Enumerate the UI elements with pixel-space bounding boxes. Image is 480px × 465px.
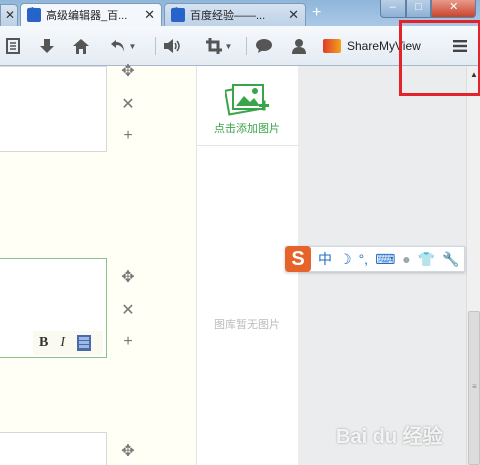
move-icon[interactable]: ✥	[118, 268, 138, 288]
reader-icon[interactable]	[4, 35, 22, 57]
add-image-icon	[225, 84, 269, 116]
baidu-watermark: Bai du 经验	[336, 426, 443, 448]
add-image-label: 点击添加图片	[214, 123, 280, 135]
move-icon[interactable]: ✥	[118, 442, 138, 462]
grip-icon: ≡	[472, 382, 477, 391]
format-toolbar: B I	[33, 331, 103, 355]
sogou-ime-bar: S 中 ☽ °, ⌨ ● 👕 🔧	[285, 246, 465, 272]
remove-icon[interactable]: ✕	[118, 301, 138, 321]
new-tab-button[interactable]: +	[312, 4, 321, 22]
user-icon[interactable]	[289, 35, 309, 57]
toolbar-divider	[246, 37, 247, 55]
content-block[interactable]	[0, 66, 107, 152]
baidu-favicon-icon	[27, 7, 41, 22]
keyboard-icon[interactable]: ⌨	[375, 251, 395, 268]
undo-icon[interactable]: ▼	[106, 35, 140, 57]
tab-previous[interactable]: ✕	[0, 4, 18, 26]
add-icon[interactable]: +	[118, 126, 138, 146]
speaker-icon[interactable]	[162, 35, 184, 57]
remove-icon[interactable]: ✕	[118, 95, 138, 115]
tab-title: 百度经验——...	[190, 10, 266, 22]
bold-button[interactable]: B	[39, 335, 48, 351]
move-icon[interactable]: ✥	[118, 62, 138, 82]
sharemyview-icon	[323, 39, 341, 53]
menu-highlight-box	[399, 20, 480, 96]
image-gallery: 点击添加图片 图库暂无图片	[196, 66, 298, 465]
tab-close-icon[interactable]: ✕	[288, 7, 299, 23]
tab-editor[interactable]: 高级编辑器_百... ✕	[20, 3, 162, 26]
scrollbar[interactable]: ▲ ≡	[466, 66, 480, 465]
chevron-down-icon[interactable]: ▼	[129, 42, 137, 51]
add-icon[interactable]: +	[118, 332, 138, 352]
close-window-button[interactable]: ✕	[431, 0, 476, 18]
content-block[interactable]	[0, 432, 107, 465]
content-block-active[interactable]: B I	[0, 258, 107, 358]
maximize-button[interactable]: □	[405, 0, 432, 18]
window-controls: – □ ✕	[380, 0, 476, 18]
add-image-button[interactable]: 点击添加图片	[197, 66, 298, 146]
shirt-icon[interactable]: 👕	[418, 251, 435, 268]
punctuation-icon[interactable]: °,	[359, 251, 369, 267]
tab-close-icon[interactable]: ✕	[144, 7, 155, 23]
chevron-down-icon[interactable]: ▼	[225, 42, 233, 51]
toolbar-divider	[155, 37, 156, 55]
tab-title: 高级编辑器_百...	[46, 10, 128, 22]
gallery-empty-label: 图库暂无图片	[214, 319, 280, 331]
scroll-thumb[interactable]: ≡	[468, 311, 480, 465]
sogou-logo-icon[interactable]: S	[285, 246, 311, 272]
baidu-favicon-icon	[171, 7, 185, 22]
minimize-button[interactable]: –	[380, 0, 406, 18]
moon-icon[interactable]: ☽	[339, 251, 352, 268]
editor-area: B I ✥ ✕ + ✥ ✕ + ✥	[0, 63, 196, 465]
close-icon[interactable]: ✕	[5, 8, 15, 22]
home-icon[interactable]	[71, 35, 91, 57]
tab-baidu-jingyan[interactable]: 百度经验——... ✕	[164, 3, 306, 26]
wrench-icon[interactable]: 🔧	[442, 251, 459, 268]
crop-icon[interactable]: ▼	[200, 35, 238, 57]
ime-mode-toggle[interactable]: 中	[318, 249, 332, 269]
video-icon[interactable]	[77, 335, 92, 351]
download-icon[interactable]	[37, 35, 57, 57]
italic-button[interactable]: I	[60, 335, 65, 351]
chat-icon[interactable]	[254, 35, 274, 57]
user-icon[interactable]: ●	[402, 251, 410, 267]
